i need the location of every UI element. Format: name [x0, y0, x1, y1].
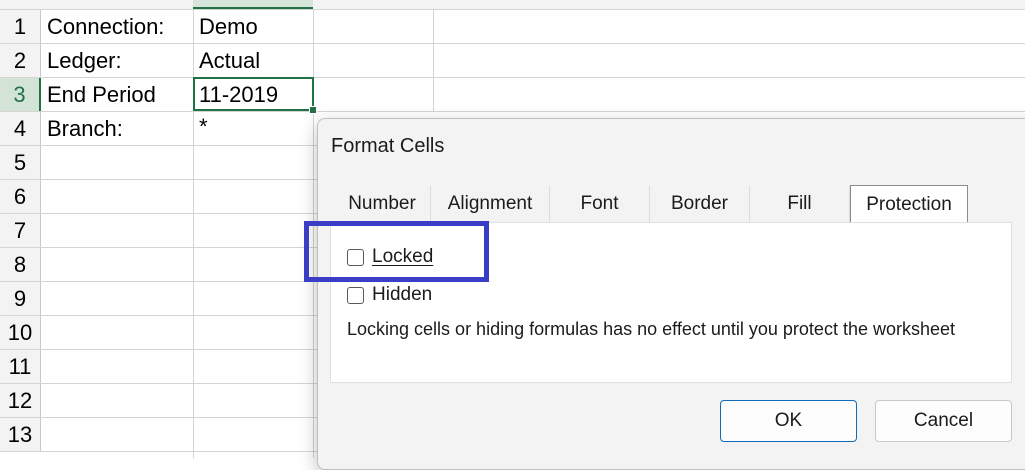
cell-b2[interactable]: Actual	[199, 48, 260, 74]
row-header-4[interactable]: 4	[0, 112, 41, 145]
annotation-highlight-box	[304, 221, 489, 282]
cell-a1[interactable]: Connection:	[47, 14, 164, 40]
column-header-b[interactable]	[193, 0, 313, 9]
row-number: 7	[13, 218, 27, 243]
cell-a2[interactable]: Ledger:	[47, 48, 122, 74]
tab-label: Number	[348, 193, 416, 214]
row-number: 10	[7, 320, 33, 345]
tab-label: Fill	[787, 193, 812, 214]
row-header-10[interactable]: 10	[0, 316, 41, 349]
tab-label: Protection	[866, 193, 952, 215]
tab-protection[interactable]: Protection	[850, 185, 968, 223]
format-cells-dialog: Format Cells Number Alignment Font Borde…	[317, 118, 1025, 470]
gridline	[0, 247, 317, 248]
row-number: 6	[13, 184, 27, 209]
row-number: 11	[8, 354, 32, 379]
row-header-9[interactable]: 9	[0, 282, 41, 315]
gridline	[0, 179, 317, 180]
cell-b4[interactable]: *	[199, 114, 208, 140]
row-header-5[interactable]: 5	[0, 146, 41, 179]
row-number: 2	[13, 48, 27, 73]
gridline	[0, 77, 1025, 78]
hidden-label: Hidden	[372, 284, 433, 305]
gridline	[0, 281, 317, 282]
row-number: 12	[7, 388, 33, 413]
protection-note: Locking cells or hiding formulas has no …	[347, 319, 956, 339]
row-number: 3	[13, 82, 26, 107]
row-header-8[interactable]: 8	[0, 248, 41, 281]
gridline	[0, 451, 317, 452]
tab-fill[interactable]: Fill	[750, 186, 850, 222]
gridline	[0, 315, 317, 316]
cell-a4[interactable]: Branch:	[47, 116, 123, 142]
active-cell-selection[interactable]	[193, 77, 317, 114]
row-header-3[interactable]: 3	[0, 78, 41, 111]
tab-alignment[interactable]: Alignment	[431, 186, 550, 222]
hidden-checkbox[interactable]	[347, 286, 364, 304]
row-header-12[interactable]: 12	[0, 384, 41, 417]
gridline	[0, 417, 317, 418]
gridline	[0, 349, 317, 350]
tab-border[interactable]: Border	[650, 186, 750, 222]
row-header-1[interactable]: 1	[0, 10, 41, 43]
cell-a3[interactable]: End Period	[47, 82, 156, 108]
dialog-title: Format Cells	[331, 135, 445, 157]
row-header-7[interactable]: 7	[0, 214, 41, 247]
gridline	[0, 43, 1025, 44]
gridline	[0, 145, 317, 146]
row-number: 1	[13, 14, 27, 39]
row-number: 4	[13, 116, 27, 141]
gridline	[0, 213, 317, 214]
row-number: 8	[13, 252, 27, 277]
column-header-bar	[0, 0, 1025, 10]
tab-label: Border	[670, 193, 729, 214]
gridline	[433, 9, 434, 111]
gridline	[0, 111, 1025, 112]
ok-button-label: OK	[774, 410, 803, 431]
row-header-6[interactable]: 6	[0, 180, 41, 213]
hidden-option[interactable]: Hidden	[347, 284, 432, 306]
row-number: 5	[13, 150, 27, 175]
tab-number[interactable]: Number	[334, 186, 431, 222]
row-header-2[interactable]: 2	[0, 44, 41, 77]
row-number: 13	[7, 422, 33, 447]
row-header-11[interactable]: 11	[0, 350, 41, 383]
row-header-13[interactable]: 13	[0, 418, 41, 452]
cancel-button[interactable]: Cancel	[875, 400, 1012, 442]
tab-label: Alignment	[447, 193, 533, 214]
ok-button[interactable]: OK	[720, 400, 857, 442]
gridline	[0, 383, 317, 384]
cancel-button-label: Cancel	[913, 410, 974, 431]
fill-handle[interactable]	[309, 106, 317, 114]
tab-font[interactable]: Font	[550, 186, 650, 222]
cell-b1[interactable]: Demo	[199, 14, 258, 40]
row-number: 9	[13, 286, 27, 311]
tab-label: Font	[580, 193, 619, 214]
